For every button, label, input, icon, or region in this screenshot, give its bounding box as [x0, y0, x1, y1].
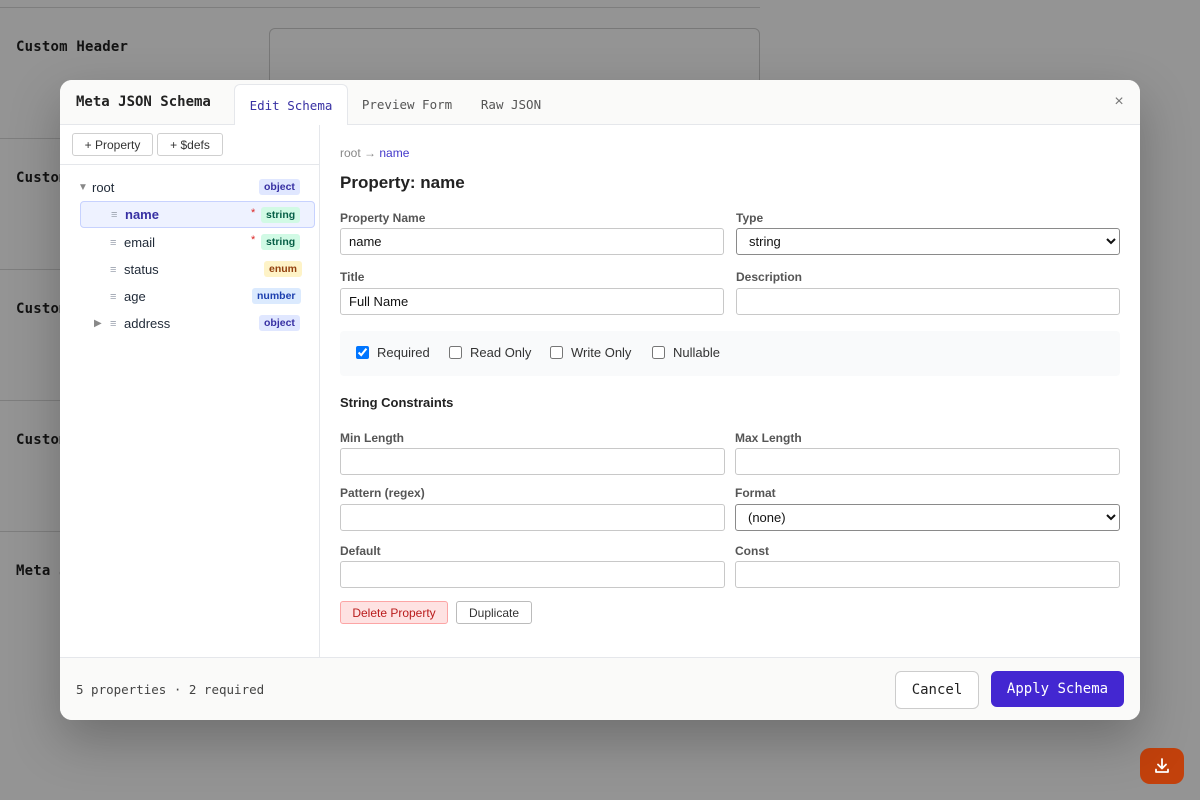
min-length-input[interactable] — [340, 448, 725, 475]
required-checkbox-row[interactable]: Required — [356, 345, 430, 360]
write-only-checkbox[interactable] — [550, 346, 563, 359]
expand-triangle-icon[interactable]: ▶ — [94, 318, 110, 329]
tree-node-label: status — [124, 262, 159, 277]
type-label: Type — [736, 211, 764, 225]
tree-node-age[interactable]: ≡ age number — [80, 283, 315, 310]
delete-property-button[interactable]: Delete Property — [340, 601, 448, 624]
max-length-label: Max Length — [735, 431, 802, 445]
nullable-checkbox-label: Nullable — [673, 345, 720, 360]
pattern-label: Pattern (regex) — [340, 486, 425, 500]
property-name-label: Property Name — [340, 211, 426, 225]
read-only-checkbox-row[interactable]: Read Only — [449, 345, 531, 360]
tree-node-address[interactable]: ▶ ≡ address object — [80, 310, 315, 337]
tab-preview-form[interactable]: Preview Form — [352, 84, 462, 125]
drag-handle-icon[interactable]: ≡ — [111, 209, 125, 221]
read-only-checkbox-label: Read Only — [470, 345, 532, 360]
apply-schema-button[interactable]: Apply Schema — [991, 671, 1124, 707]
tree-node-label: address — [124, 316, 171, 331]
tab-raw-json[interactable]: Raw JSON — [470, 84, 552, 125]
write-only-checkbox-row[interactable]: Write Only — [550, 345, 631, 360]
max-length-input[interactable] — [735, 448, 1120, 475]
nullable-checkbox-row[interactable]: Nullable — [652, 345, 720, 360]
download-button[interactable] — [1140, 748, 1184, 784]
modal-title: Meta JSON Schema — [76, 94, 211, 110]
schema-tree-panel: + Property + $defs ▼ root object ≡ name … — [60, 125, 320, 657]
tree-node-label: root — [92, 180, 115, 195]
read-only-checkbox[interactable] — [449, 346, 462, 359]
type-badge: number — [252, 288, 301, 304]
schema-modal: Meta JSON Schema Edit Schema Preview For… — [60, 80, 1140, 720]
drag-handle-icon[interactable]: ≡ — [110, 237, 124, 249]
collapse-triangle-icon[interactable]: ▼ — [78, 182, 92, 193]
tree-node-name[interactable]: ≡ name * string — [80, 201, 315, 228]
nullable-checkbox[interactable] — [652, 346, 665, 359]
required-checkbox-label: Required — [377, 345, 430, 360]
description-label: Description — [736, 270, 803, 284]
modal-footer: 5 properties · 2 required Cancel Apply S… — [60, 657, 1140, 720]
tree-node-label: email — [124, 235, 156, 250]
breadcrumb-root[interactable]: root — [340, 146, 361, 160]
drag-handle-icon[interactable]: ≡ — [110, 318, 124, 330]
description-input[interactable] — [736, 288, 1120, 315]
type-badge: string — [261, 207, 301, 223]
type-badge: object — [259, 179, 300, 195]
title-label: Title — [340, 270, 365, 284]
write-only-checkbox-label: Write Only — [571, 345, 632, 360]
schema-summary: 5 properties · 2 required — [76, 682, 265, 697]
type-badge: enum — [264, 261, 303, 277]
tree-node-status[interactable]: ≡ status enum — [80, 256, 315, 283]
drag-handle-icon[interactable]: ≡ — [110, 264, 124, 276]
modal-header: Meta JSON Schema Edit Schema Preview For… — [60, 80, 1140, 126]
breadcrumb-arrow-icon: → — [364, 146, 377, 160]
default-label: Default — [340, 544, 381, 558]
tab-edit-schema[interactable]: Edit Schema — [234, 84, 348, 126]
duplicate-button[interactable]: Duplicate — [456, 601, 532, 624]
default-input[interactable] — [340, 561, 725, 588]
close-icon[interactable]: × — [1110, 93, 1128, 111]
min-length-label: Min Length — [340, 431, 404, 445]
property-heading: Property: name — [340, 173, 465, 192]
tree-node-label: age — [124, 289, 146, 304]
property-flags: Required Read Only Write Only Nullable — [340, 331, 1120, 376]
required-checkbox[interactable] — [356, 346, 369, 359]
pattern-input[interactable] — [340, 504, 725, 531]
breadcrumb: root → name — [340, 146, 409, 160]
format-label: Format — [735, 486, 776, 500]
tree-node-email[interactable]: ≡ email * string — [80, 229, 315, 256]
download-icon — [1155, 758, 1169, 773]
breadcrumb-current: name — [379, 146, 410, 160]
tree-toolbar: + Property + $defs — [60, 125, 319, 165]
const-label: Const — [735, 544, 769, 558]
add-property-button[interactable]: + Property — [72, 133, 153, 156]
title-input[interactable] — [340, 288, 724, 315]
add-defs-button[interactable]: + $defs — [157, 133, 223, 156]
cancel-button[interactable]: Cancel — [895, 671, 979, 709]
drag-handle-icon[interactable]: ≡ — [110, 291, 124, 303]
property-name-input[interactable] — [340, 228, 724, 255]
tree-node-label: name — [125, 207, 159, 222]
const-input[interactable] — [735, 561, 1120, 588]
type-select[interactable]: string — [736, 228, 1120, 255]
format-select[interactable]: (none) — [735, 504, 1120, 531]
type-badge: object — [259, 315, 300, 331]
property-editor: root → name Property: name Property Name… — [320, 125, 1140, 657]
required-indicator: * — [251, 207, 256, 219]
string-constraints-heading: String Constraints — [340, 395, 454, 410]
required-indicator: * — [251, 234, 256, 246]
type-badge: string — [261, 234, 301, 250]
tree-node-root[interactable]: ▼ root object — [78, 174, 315, 201]
